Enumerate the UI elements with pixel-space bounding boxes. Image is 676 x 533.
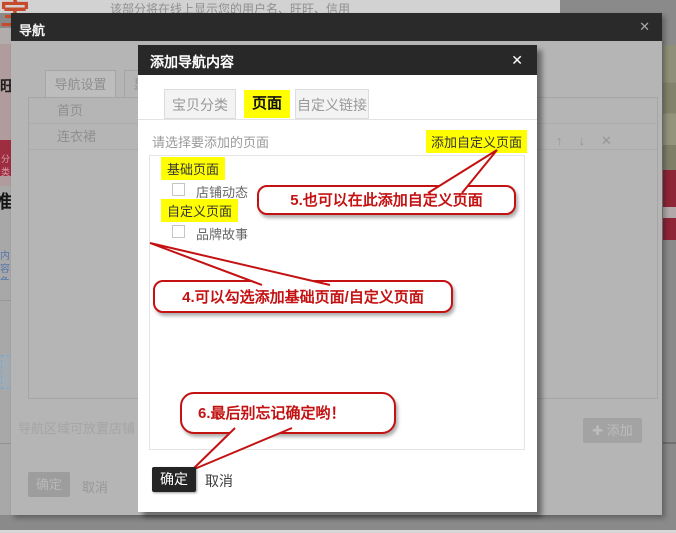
bg-image-fragment (663, 45, 676, 170)
modal-titlebar: 添加导航内容 ✕ (138, 45, 537, 75)
tab-nav-settings: 导航设置 (45, 70, 116, 97)
bg-fragment: 旺 (0, 44, 11, 140)
bg-text-fragment: 分类 (1, 154, 11, 176)
bg-fragment (0, 176, 11, 186)
tab-custom-links[interactable]: 自定义链接 (295, 89, 369, 119)
modal-cancel-button[interactable]: 取消 (205, 471, 233, 491)
checkbox-shop-news[interactable] (172, 183, 185, 196)
navigation-dialog-title: 导航 (19, 23, 46, 38)
modal-confirm-button[interactable]: 确定 (152, 467, 196, 492)
tab-item-categories[interactable]: 宝贝分类 (164, 89, 236, 119)
remove-icon: ✕ (601, 133, 612, 148)
bg-fragment: 推 (0, 186, 11, 300)
bg-divider (0, 443, 11, 444)
callout-step-5: 5.也可以在此添加自定义页面 (257, 185, 516, 215)
checkbox-brand-story[interactable] (172, 225, 185, 238)
bg-text-fragment: 旺 (0, 78, 11, 95)
close-icon[interactable]: ✕ (511, 52, 523, 69)
add-button: ✚ 添加 (583, 418, 642, 443)
bg-link-fragment: 内容 色 (0, 250, 11, 280)
tab-pages[interactable]: 页面 (244, 90, 290, 118)
background-hint-text: 该部分将在线上显示您的用户名、旺旺、信用 (110, 2, 351, 13)
nav-area-hint: 导航区域可放置店铺 (18, 421, 136, 436)
navigation-dialog-titlebar: 导航 ✕ (11, 13, 662, 41)
bg-text-fragment: 内容 (0, 251, 10, 275)
bg-fragment (0, 28, 11, 44)
nav-cancel-button: 取消 (82, 480, 109, 495)
add-nav-content-modal: 添加导航内容 ✕ 宝贝分类 页面 自定义链接 请选择要添加的页面 添加自定义页面… (138, 45, 537, 512)
checkbox-label-brand-story[interactable]: 品牌故事 (196, 224, 248, 243)
group-label-custom-pages: 自定义页面 (161, 199, 239, 222)
tabs-divider (138, 119, 537, 120)
modal-body: 宝贝分类 页面 自定义链接 请选择要添加的页面 添加自定义页面 基础页面 店铺动… (138, 75, 537, 512)
screen: 该部分将在线上显示您的用户名、旺旺、信用 宝 旺 分类 推 内容 色 导航 ✕ … (0, 0, 676, 533)
bg-fragment: 分类 (0, 140, 11, 176)
background-page-gutter (560, 0, 676, 13)
bg-fragment (663, 170, 676, 207)
callout-step-4: 4.可以勾选添加基础页面/自定义页面 (153, 280, 453, 313)
bg-fragment (0, 301, 11, 515)
bg-fragment (663, 218, 676, 240)
add-custom-page-link[interactable]: 添加自定义页面 (425, 130, 527, 153)
row-controls: ↑ ↓ ✕ (556, 133, 648, 149)
modal-title: 添加导航内容 (150, 54, 234, 70)
bg-divider (663, 442, 676, 444)
nav-confirm-button: 确定 (28, 472, 70, 497)
move-up-icon: ↑ (556, 133, 563, 148)
group-label-basic-pages: 基础页面 (161, 157, 226, 180)
callout-step-6: 6.最后别忘记确定哟！ (180, 392, 396, 434)
bg-fragment (663, 207, 676, 218)
move-down-icon: ↓ (578, 133, 586, 148)
bg-text-fragment: 推 (0, 192, 11, 212)
bg-text-fragment: 色 (0, 277, 10, 280)
select-page-prompt: 请选择要添加的页面 (152, 135, 270, 150)
close-icon: ✕ (639, 19, 650, 34)
